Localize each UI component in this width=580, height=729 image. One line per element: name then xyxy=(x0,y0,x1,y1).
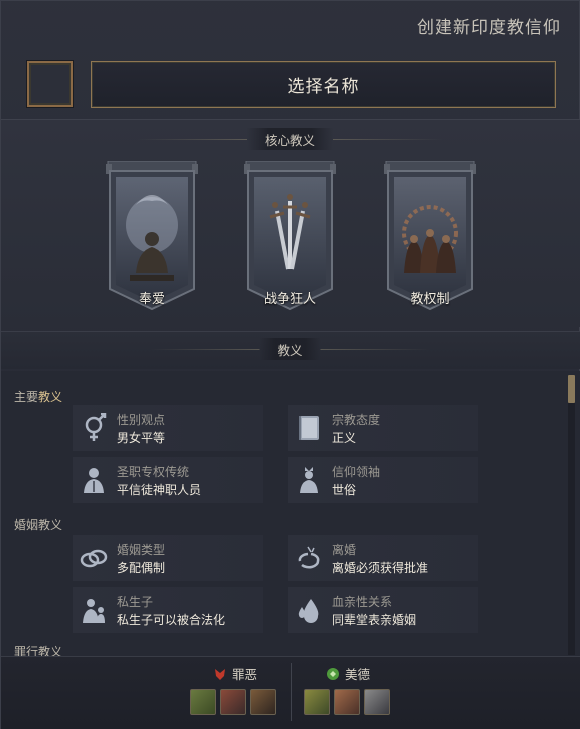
doctrine-card-head-of-faith[interactable]: 信仰领袖 世俗 xyxy=(288,457,478,503)
child-icon xyxy=(83,599,105,623)
faith-name-field[interactable]: 选择名称 xyxy=(91,61,556,108)
blood-drop-icon xyxy=(298,599,319,623)
virtue-icon xyxy=(327,667,339,680)
doctrine-title: 信仰领袖 xyxy=(332,465,381,479)
window-title: 创建新印度教信仰 xyxy=(417,18,561,38)
virtue-trait-1[interactable] xyxy=(304,689,330,715)
gender-icon xyxy=(85,413,107,441)
doctrine-card-bastardry[interactable]: 私生子 私生子可以被合法化 xyxy=(73,587,263,633)
doctrine-card-clerical-tradition[interactable]: 圣职专权传统 平信徒神职人员 xyxy=(73,457,263,503)
doctrine-value: 多配偶制 xyxy=(117,561,166,575)
sin-trait-2[interactable] xyxy=(220,689,246,715)
virtues-heading: 美德 xyxy=(326,664,370,683)
doctrine-card-religious-attitude[interactable]: 宗教态度 正义 xyxy=(288,405,478,451)
doctrine-title: 圣职专权传统 xyxy=(117,465,190,479)
doctrine-title: 血亲性关系 xyxy=(332,595,393,609)
sin-icon xyxy=(215,668,225,680)
rings-icon xyxy=(80,549,108,568)
tenet-label: 战争狂人 xyxy=(263,292,316,307)
doctrine-value: 世俗 xyxy=(332,483,357,497)
doctrine-value: 正义 xyxy=(332,431,357,445)
faith-creation-panel: 创建新印度教信仰 选择名称 核心教义 奉爱 战争狂人 教权制 教义 主要教义 性… xyxy=(0,0,580,729)
virtue-trait-3[interactable] xyxy=(364,689,390,715)
tenet-banner-2[interactable]: 战争狂人 xyxy=(244,161,336,311)
sins-heading: 罪恶 xyxy=(213,664,257,683)
book-icon xyxy=(299,416,319,440)
scrollbar-thumb[interactable] xyxy=(568,375,575,403)
doctrine-card-gender[interactable]: 性别观点 男女平等 xyxy=(73,405,263,451)
doctrine-title: 私生子 xyxy=(117,595,154,609)
doctrine-value: 同辈堂表亲婚姻 xyxy=(332,613,417,627)
tenet-label: 奉爱 xyxy=(138,292,165,307)
doctrine-card-consanguinity[interactable]: 血亲性关系 同辈堂表亲婚姻 xyxy=(288,587,478,633)
doctrine-title: 婚姻类型 xyxy=(117,543,166,557)
doctrine-group-marriage: 婚姻教义 xyxy=(14,518,63,532)
doctrine-title: 离婚 xyxy=(332,543,357,557)
doctrine-value: 离婚必须获得批准 xyxy=(332,561,429,575)
doctrine-title: 性别观点 xyxy=(117,413,166,427)
doctrine-card-divorce[interactable]: 离婚 离婚必须获得批准 xyxy=(288,535,478,581)
sin-trait-1[interactable] xyxy=(190,689,216,715)
doctrine-card-marriage-type[interactable]: 婚姻类型 多配偶制 xyxy=(73,535,263,581)
doctrines-heading: 教义 xyxy=(149,338,321,360)
broken-ring-icon xyxy=(298,546,320,569)
doctrine-value: 私生子可以被合法化 xyxy=(117,613,226,627)
doctrine-value: 平信徒神职人员 xyxy=(117,483,202,497)
tenet-banner-3[interactable]: 教权制 xyxy=(384,161,476,311)
doctrine-title: 宗教态度 xyxy=(332,413,381,427)
virtue-trait-2[interactable] xyxy=(334,689,360,715)
tenet-banner-1[interactable]: 奉爱 xyxy=(106,161,198,311)
tenet-label: 教权制 xyxy=(410,292,450,307)
doctrine-value: 男女平等 xyxy=(117,431,166,445)
priest-icon xyxy=(84,468,104,493)
core-tenets-heading: 核心教义 xyxy=(136,128,334,150)
doctrines-scrollbar[interactable] xyxy=(568,375,575,655)
faith-emblem-slot[interactable] xyxy=(27,61,73,107)
sin-trait-3[interactable] xyxy=(250,689,276,715)
doctrine-group-main: 主要教义 xyxy=(14,390,63,404)
leader-icon xyxy=(300,467,318,493)
footer-divider xyxy=(291,663,292,721)
